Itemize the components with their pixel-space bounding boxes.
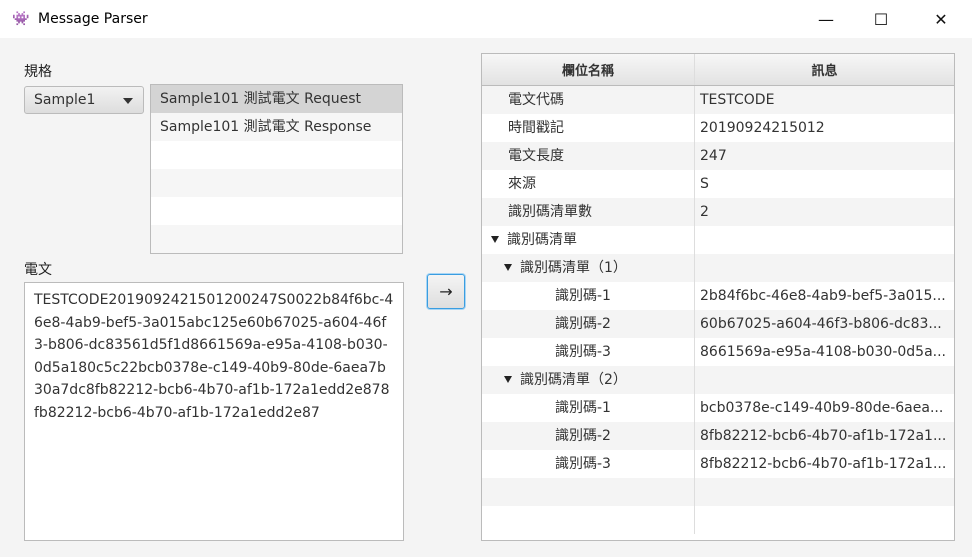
table-row[interactable]: 識別碼清單數 2 bbox=[482, 198, 954, 226]
field-name-cell: 電文代碼 bbox=[482, 86, 695, 114]
spec-combobox[interactable]: Sample1 bbox=[24, 86, 144, 114]
field-name: 電文代碼 bbox=[508, 92, 564, 108]
field-name-cell: 識別碼清單數 bbox=[482, 198, 695, 226]
message-type-list[interactable]: Sample101 測試電文 Request Sample101 測試電文 Re… bbox=[150, 84, 403, 254]
title-bar: 👾 Message Parser — ☐ ✕ bbox=[0, 0, 972, 38]
field-name-cell: 識別碼-2 bbox=[482, 422, 695, 450]
close-button[interactable]: ✕ bbox=[918, 0, 964, 38]
field-name-cell: 識別碼-1 bbox=[482, 394, 695, 422]
combo-value: Sample1 bbox=[34, 92, 96, 108]
table-row[interactable]: 識別碼-3 8fb82212-bcb6-4b70-af1b-172a1... bbox=[482, 450, 954, 478]
expand-toggle-icon[interactable] bbox=[491, 236, 499, 243]
field-name: 識別碼清單 bbox=[507, 232, 577, 248]
list-item[interactable]: Sample101 測試電文 Request bbox=[151, 85, 402, 113]
column-header-message[interactable]: 訊息 bbox=[695, 54, 954, 85]
table-header: 欄位名稱 訊息 bbox=[482, 54, 954, 86]
value-cell: 8fb82212-bcb6-4b70-af1b-172a1... bbox=[700, 428, 947, 444]
value-cell: 247 bbox=[700, 148, 727, 164]
table-row-empty[interactable] bbox=[482, 506, 954, 534]
column-header-field[interactable]: 欄位名稱 bbox=[482, 54, 695, 85]
value-cell: 60b67025-a604-46f3-b806-dc83... bbox=[700, 316, 942, 332]
field-name: 來源 bbox=[508, 176, 536, 192]
list-item-empty bbox=[151, 225, 402, 253]
field-name: 識別碼-3 bbox=[555, 344, 611, 360]
maximize-icon: ☐ bbox=[873, 9, 889, 29]
field-name: 時間戳記 bbox=[508, 120, 564, 136]
table-row[interactable]: 識別碼清單（2） bbox=[482, 366, 954, 394]
chevron-down-icon bbox=[123, 98, 133, 104]
maximize-button[interactable]: ☐ bbox=[858, 0, 904, 38]
empty-cell bbox=[695, 506, 954, 534]
table-row[interactable]: 識別碼清單 bbox=[482, 226, 954, 254]
table-row[interactable]: 時間戳記 20190924215012 bbox=[482, 114, 954, 142]
field-name-cell: 來源 bbox=[482, 170, 695, 198]
value-cell bbox=[695, 366, 954, 394]
table-row[interactable]: 識別碼-1 2b84f6bc-46e8-4ab9-bef5-3a015... bbox=[482, 282, 954, 310]
table-row[interactable]: 識別碼-2 60b67025-a604-46f3-b806-dc83... bbox=[482, 310, 954, 338]
table-row[interactable]: 識別碼-1 bcb0378e-c149-40b9-80de-6aea... bbox=[482, 394, 954, 422]
message-textarea[interactable]: TESTCODE2019092421501200247S0022b84f6bc-… bbox=[24, 282, 404, 541]
expand-toggle-icon[interactable] bbox=[504, 376, 512, 383]
arrow-right-icon: → bbox=[439, 282, 453, 301]
field-name: 識別碼-1 bbox=[555, 400, 611, 416]
value-cell: 8fb82212-bcb6-4b70-af1b-172a1... bbox=[700, 456, 947, 472]
list-item[interactable]: Sample101 測試電文 Response bbox=[151, 113, 402, 141]
field-name: 識別碼清單（1） bbox=[520, 260, 627, 276]
value-cell: 20190924215012 bbox=[700, 120, 825, 136]
app-icon: 👾 bbox=[12, 11, 30, 27]
spec-label: 規格 bbox=[24, 64, 52, 80]
table-row[interactable]: 識別碼清單（1） bbox=[482, 254, 954, 282]
expand-toggle-icon[interactable] bbox=[504, 264, 512, 271]
table-row[interactable]: 來源 S bbox=[482, 170, 954, 198]
table-row-empty[interactable] bbox=[482, 478, 954, 506]
list-item-empty bbox=[151, 141, 402, 169]
field-name-cell: 識別碼-3 bbox=[482, 338, 695, 366]
minimize-icon: — bbox=[818, 9, 834, 29]
field-name-cell: 識別碼清單（2） bbox=[482, 366, 695, 394]
minimize-button[interactable]: — bbox=[803, 0, 849, 38]
field-name: 識別碼-2 bbox=[555, 428, 611, 444]
table-row[interactable]: 識別碼-3 8661569a-e95a-4108-b030-0d5a... bbox=[482, 338, 954, 366]
list-item-empty bbox=[151, 169, 402, 197]
field-name: 電文長度 bbox=[508, 148, 564, 164]
field-name-cell: 時間戳記 bbox=[482, 114, 695, 142]
value-cell: 2 bbox=[700, 204, 709, 220]
field-name-cell: 識別碼清單（1） bbox=[482, 254, 695, 282]
close-icon: ✕ bbox=[934, 9, 948, 29]
field-name-cell: 識別碼-2 bbox=[482, 310, 695, 338]
table-row[interactable]: 電文長度 247 bbox=[482, 142, 954, 170]
empty-cell bbox=[482, 478, 695, 506]
value-cell: 8661569a-e95a-4108-b030-0d5a... bbox=[700, 344, 947, 360]
field-name: 識別碼清單（2） bbox=[520, 372, 627, 388]
table-row[interactable]: 識別碼-2 8fb82212-bcb6-4b70-af1b-172a1... bbox=[482, 422, 954, 450]
field-name-cell: 識別碼-1 bbox=[482, 282, 695, 310]
field-name-cell: 識別碼清單 bbox=[482, 226, 695, 254]
window-title: Message Parser bbox=[38, 11, 148, 27]
value-cell: bcb0378e-c149-40b9-80de-6aea... bbox=[700, 400, 944, 416]
list-item-empty bbox=[151, 197, 402, 225]
field-name: 識別碼-3 bbox=[555, 456, 611, 472]
result-tree-table[interactable]: 欄位名稱 訊息 電文代碼 TESTCODE 時間戳記 20190924215012 電文… bbox=[481, 53, 955, 541]
message-label: 電文 bbox=[24, 262, 52, 278]
value-cell: TESTCODE bbox=[700, 92, 775, 108]
value-cell bbox=[695, 254, 954, 282]
value-cell: 2b84f6bc-46e8-4ab9-bef5-3a015... bbox=[700, 288, 946, 304]
parse-button[interactable]: → bbox=[427, 274, 465, 309]
field-name-cell: 電文長度 bbox=[482, 142, 695, 170]
empty-cell bbox=[482, 506, 695, 534]
value-cell bbox=[695, 226, 954, 254]
table-row[interactable]: 電文代碼 TESTCODE bbox=[482, 86, 954, 114]
field-name: 識別碼-2 bbox=[555, 316, 611, 332]
field-name: 識別碼-1 bbox=[555, 288, 611, 304]
field-name: 識別碼清單數 bbox=[508, 204, 592, 220]
field-name-cell: 識別碼-3 bbox=[482, 450, 695, 478]
value-cell: S bbox=[700, 176, 709, 192]
empty-cell bbox=[695, 478, 954, 506]
